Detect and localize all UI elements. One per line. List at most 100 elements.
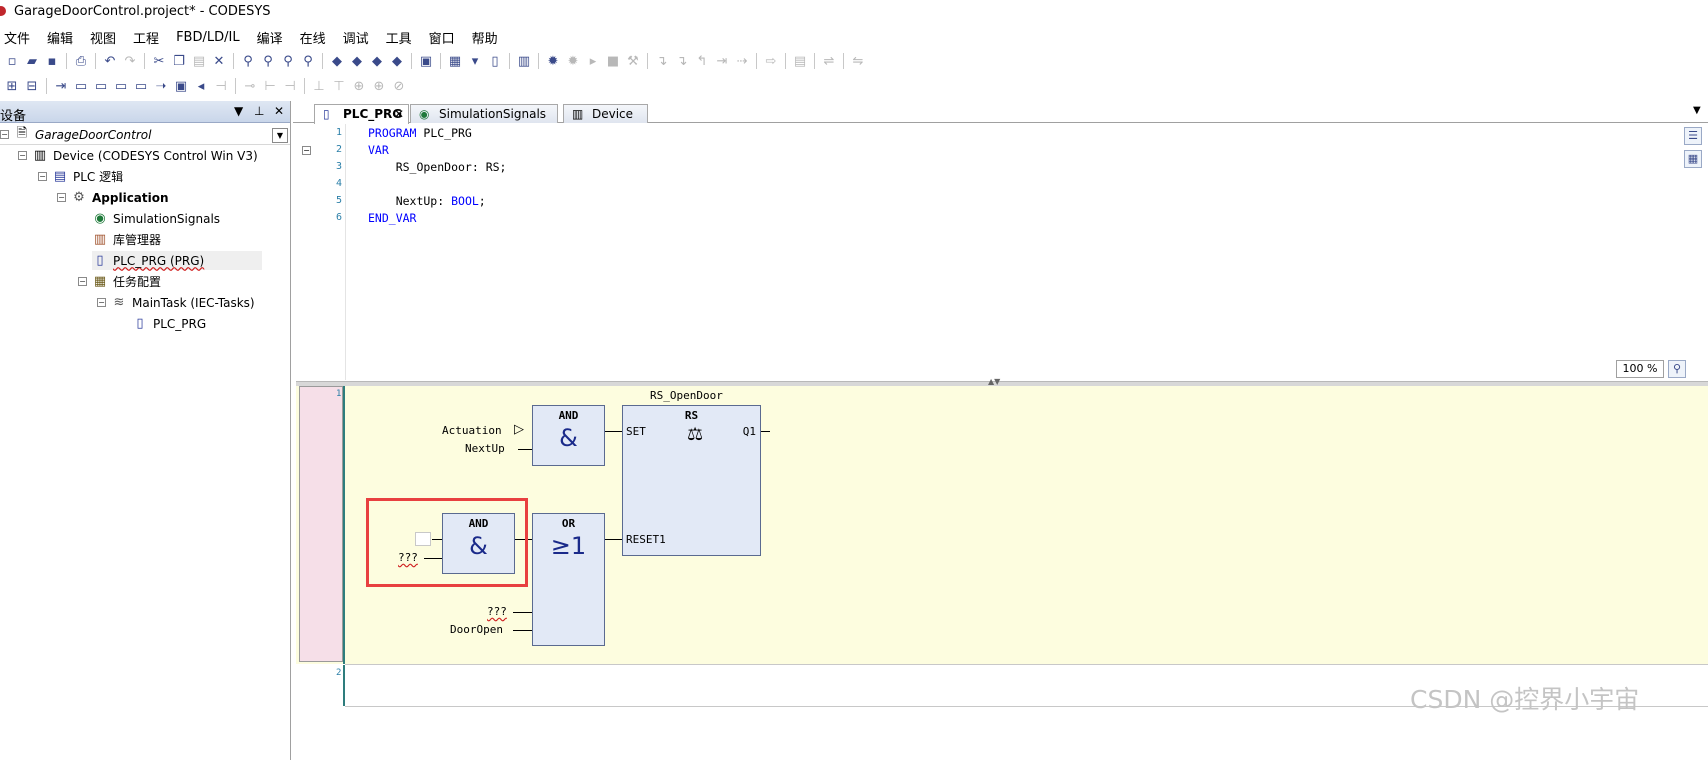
delete-icon[interactable]: ✕ bbox=[209, 52, 229, 70]
tree-item-library-manager[interactable]: ▥ 库管理器 bbox=[92, 230, 161, 249]
logout-icon[interactable]: ✹ bbox=[563, 52, 583, 70]
add-object-dropdown-icon[interactable]: ▾ bbox=[465, 52, 485, 70]
tree-item-application[interactable]: − ⚙ Application bbox=[57, 188, 169, 207]
collapse-icon[interactable]: − bbox=[78, 277, 87, 286]
find-previous-icon[interactable]: ⚲ bbox=[298, 52, 318, 70]
input-placeholder[interactable]: ??? bbox=[487, 605, 507, 618]
tree-item-plc-logic[interactable]: − ▤ PLC 逻辑 bbox=[38, 167, 123, 186]
view-toggle-icon[interactable]: ▣ bbox=[416, 52, 436, 70]
step-into-icon[interactable]: ↴ bbox=[672, 52, 692, 70]
insert-input-icon[interactable]: ◂ bbox=[191, 77, 211, 95]
menu-project[interactable]: 工程 bbox=[133, 28, 159, 47]
tab-device[interactable]: ▥ Device bbox=[563, 104, 648, 123]
textual-view-icon[interactable]: ☰ bbox=[1684, 127, 1702, 145]
write-values-icon[interactable]: ▤ bbox=[790, 52, 810, 70]
parallel-icon[interactable]: ⊕ bbox=[369, 77, 389, 95]
zoom-icon[interactable]: ⚲ bbox=[1668, 360, 1686, 378]
menu-window[interactable]: 窗口 bbox=[429, 28, 455, 47]
tab-list-dropdown-icon[interactable]: ▼ bbox=[1693, 105, 1701, 116]
pin-icon[interactable]: ⊥ bbox=[254, 104, 264, 118]
tree-item-project[interactable]: − 🗎 GarageDoorControl bbox=[0, 125, 151, 144]
set-reset-icon[interactable]: ⊕ bbox=[349, 77, 369, 95]
copy-icon[interactable]: ❐ bbox=[169, 52, 189, 70]
show-current-statement-icon[interactable]: ⇨ bbox=[761, 52, 781, 70]
rs-block[interactable]: RS SET RESET1 Q1 ⚖ bbox=[622, 405, 761, 556]
new-file-icon[interactable]: ▫ bbox=[2, 52, 22, 70]
tree-item-task-config[interactable]: − ▦ 任务配置 bbox=[78, 272, 161, 291]
input-nextup[interactable]: NextUp bbox=[465, 442, 505, 455]
tree-item-main-task[interactable]: − ≋ MainTask (IEC-Tasks) bbox=[97, 293, 255, 312]
tree-item-simulation-signals[interactable]: ◉ SimulationSignals bbox=[92, 209, 220, 228]
menu-fbd-ld-il[interactable]: FBD/LD/IL bbox=[176, 30, 240, 45]
bookmark-clear-icon[interactable]: ◆ bbox=[387, 52, 407, 70]
tree-dropdown-button[interactable]: ▼ bbox=[272, 128, 288, 143]
menu-view[interactable]: 视图 bbox=[90, 28, 116, 47]
run-to-cursor-icon[interactable]: ⇥ bbox=[712, 52, 732, 70]
or-block[interactable]: OR ≥1 bbox=[532, 513, 605, 646]
insert-assignment-icon[interactable]: ⇥ bbox=[51, 77, 71, 95]
tab-plc-prg[interactable]: ▯ PLC_PRG ✕ bbox=[314, 104, 409, 124]
unforce-icon[interactable]: ⇋ bbox=[848, 52, 868, 70]
tree-item-plc-prg[interactable]: ▯ PLC_PRG (PRG) bbox=[92, 251, 262, 270]
find-next-icon[interactable]: ⚲ bbox=[278, 52, 298, 70]
panel-close-button[interactable]: ✕ bbox=[274, 104, 284, 118]
insert-branch-icon[interactable]: ⊸ bbox=[240, 77, 260, 95]
tab-close-icon[interactable]: ✕ bbox=[394, 107, 404, 121]
paste-icon[interactable]: ▤ bbox=[189, 52, 209, 70]
fold-toggle-icon[interactable]: − bbox=[302, 146, 311, 155]
zoom-level[interactable]: 100 % bbox=[1616, 360, 1664, 378]
input-dooropen[interactable]: DoorOpen bbox=[450, 623, 503, 636]
step-over-icon[interactable]: ↴ bbox=[652, 52, 672, 70]
menu-debug[interactable]: 调试 bbox=[343, 28, 369, 47]
collapse-icon[interactable]: − bbox=[38, 172, 47, 181]
and-block-1[interactable]: AND & bbox=[532, 405, 605, 466]
redo-icon[interactable]: ↷ bbox=[120, 52, 140, 70]
menu-help[interactable]: 帮助 bbox=[472, 28, 498, 47]
remove-unused-pins-icon[interactable]: ⊘ bbox=[389, 77, 409, 95]
rs-instance-name[interactable]: RS_OpenDoor bbox=[650, 389, 723, 402]
insert-network-icon[interactable]: ⊞ bbox=[2, 77, 22, 95]
panel-menu-dropdown-icon[interactable]: ▼ bbox=[234, 104, 243, 118]
print-icon[interactable]: ⎙ bbox=[71, 52, 91, 70]
insert-branch-start-icon[interactable]: ⊢ bbox=[260, 77, 280, 95]
force-values-icon[interactable]: ⇌ bbox=[819, 52, 839, 70]
insert-empty-box-en-icon[interactable]: ▭ bbox=[131, 77, 151, 95]
edge-detect-icon[interactable]: ⊤ bbox=[329, 77, 349, 95]
open-folder-icon[interactable]: ▰ bbox=[22, 52, 42, 70]
find-replace-icon[interactable]: ⚲ bbox=[258, 52, 278, 70]
reset-icon[interactable]: ⚒ bbox=[623, 52, 643, 70]
splitter-arrows-icon[interactable]: ▲▼ bbox=[988, 377, 1000, 386]
bookmark-prev-icon[interactable]: ◆ bbox=[367, 52, 387, 70]
insert-box-icon[interactable]: ▭ bbox=[71, 77, 91, 95]
stop-icon[interactable]: ■ bbox=[603, 52, 623, 70]
login-icon[interactable]: ✹ bbox=[543, 52, 563, 70]
tree-item-plc-prg-call[interactable]: ▯ PLC_PRG bbox=[132, 314, 206, 333]
menu-file[interactable]: 文件 bbox=[4, 28, 30, 47]
export-icon[interactable]: ▯ bbox=[485, 52, 505, 70]
insert-output-icon[interactable]: ⊣ bbox=[211, 77, 231, 95]
cut-icon[interactable]: ✂ bbox=[149, 52, 169, 70]
set-branch-end-icon[interactable]: ⊣ bbox=[280, 77, 300, 95]
insert-jump-icon[interactable]: ➝ bbox=[151, 77, 171, 95]
menu-build[interactable]: 编译 bbox=[257, 28, 283, 47]
bookmark-toggle-icon[interactable]: ◆ bbox=[327, 52, 347, 70]
declaration-editor[interactable]: 1 2 3 4 5 6 − PROGRAM PLC_PRG VAR RS_Ope… bbox=[296, 124, 1708, 380]
insert-network-below-icon[interactable]: ⊟ bbox=[22, 77, 42, 95]
collapse-icon[interactable]: − bbox=[18, 151, 27, 160]
insert-return-icon[interactable]: ▣ bbox=[171, 77, 191, 95]
add-object-icon[interactable]: ▦ bbox=[445, 52, 465, 70]
bookmark-next-icon[interactable]: ◆ bbox=[347, 52, 367, 70]
menu-edit[interactable]: 编辑 bbox=[47, 28, 73, 47]
collapse-icon[interactable]: − bbox=[57, 193, 66, 202]
collapse-icon[interactable]: − bbox=[97, 298, 106, 307]
step-out-icon[interactable]: ↰ bbox=[692, 52, 712, 70]
menu-tools[interactable]: 工具 bbox=[386, 28, 412, 47]
start-icon[interactable]: ▸ bbox=[583, 52, 603, 70]
tabular-view-icon[interactable]: ▦ bbox=[1684, 150, 1702, 168]
tree-item-device[interactable]: − ▥ Device (CODESYS Control Win V3) bbox=[18, 146, 258, 165]
tab-simulation-signals[interactable]: ◉ SimulationSignals bbox=[410, 104, 558, 123]
find-icon[interactable]: ⚲ bbox=[238, 52, 258, 70]
negate-icon[interactable]: ⊥ bbox=[309, 77, 329, 95]
menu-online[interactable]: 在线 bbox=[300, 28, 326, 47]
set-next-statement-icon[interactable]: ⇢ bbox=[732, 52, 752, 70]
